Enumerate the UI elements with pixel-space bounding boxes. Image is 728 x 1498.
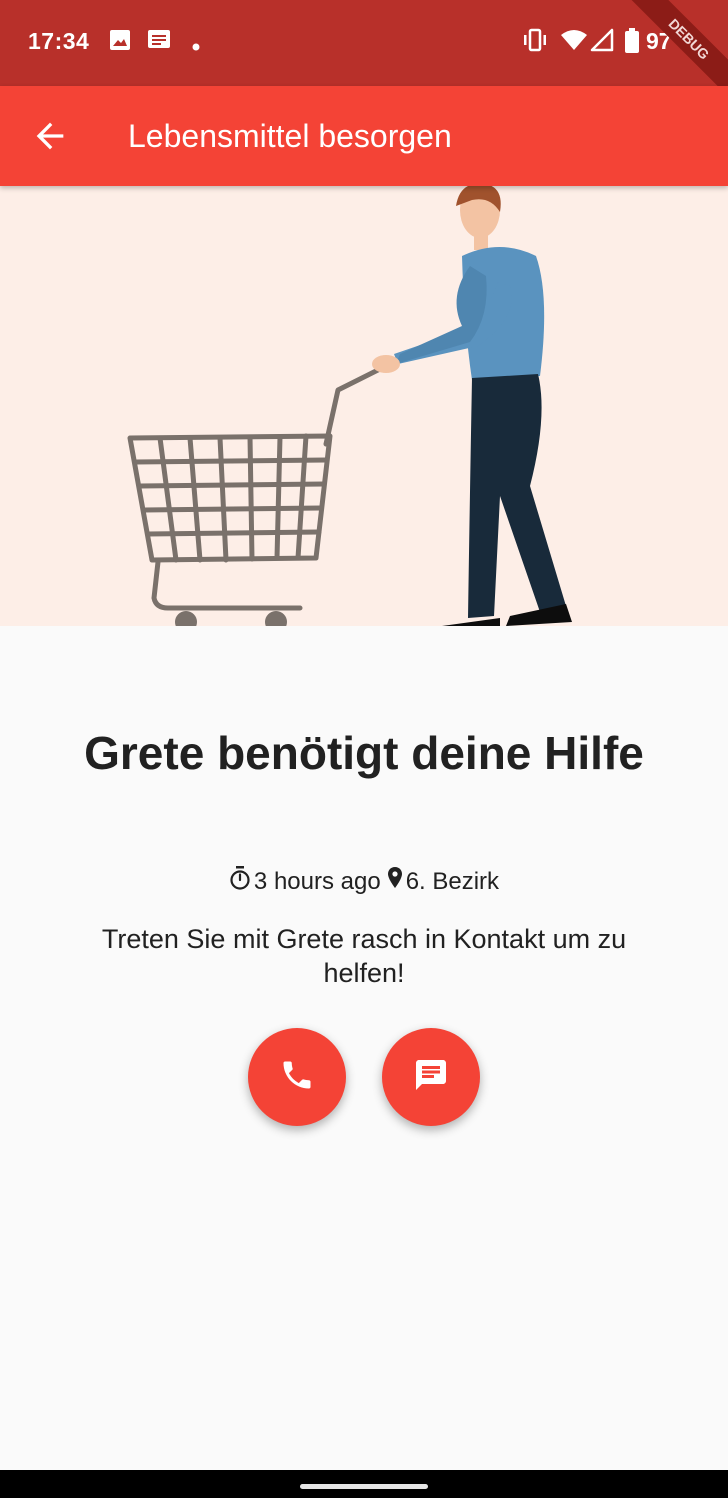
timer-icon <box>229 866 254 897</box>
shopping-cart-illustration <box>127 186 572 626</box>
navigation-bar <box>0 1470 728 1498</box>
hero-image <box>0 186 728 626</box>
home-handle[interactable] <box>300 1484 428 1489</box>
time-ago: 3 hours ago <box>253 867 381 895</box>
signal-icon <box>590 28 614 57</box>
image-icon <box>108 28 132 57</box>
request-description: Treten Sie mit Grete rasch in Kontakt um… <box>101 924 627 988</box>
chat-icon <box>413 1057 449 1098</box>
battery-icon <box>624 28 640 59</box>
status-time: 17:34 <box>28 28 90 54</box>
call-button[interactable] <box>248 1028 346 1126</box>
message-icon <box>146 28 172 57</box>
location-pin-icon <box>387 866 406 897</box>
dot-icon <box>192 38 200 56</box>
vibrate-icon <box>522 28 548 57</box>
back-button[interactable] <box>30 116 70 156</box>
phone-icon <box>279 1057 315 1098</box>
arrow-back-icon <box>30 122 70 160</box>
request-headline: Grete benötigt deine Hilfe <box>84 727 644 779</box>
message-button[interactable] <box>382 1028 480 1126</box>
page-title: Lebensmittel besorgen <box>128 118 452 154</box>
request-meta: 3 hours ago 6. Bezirk <box>0 866 728 897</box>
wifi-icon <box>560 28 588 57</box>
app-bar: Lebensmittel besorgen <box>0 86 728 186</box>
status-bar: 17:34 97 DEBUG <box>0 0 728 109</box>
location: 6. Bezirk <box>405 867 500 895</box>
